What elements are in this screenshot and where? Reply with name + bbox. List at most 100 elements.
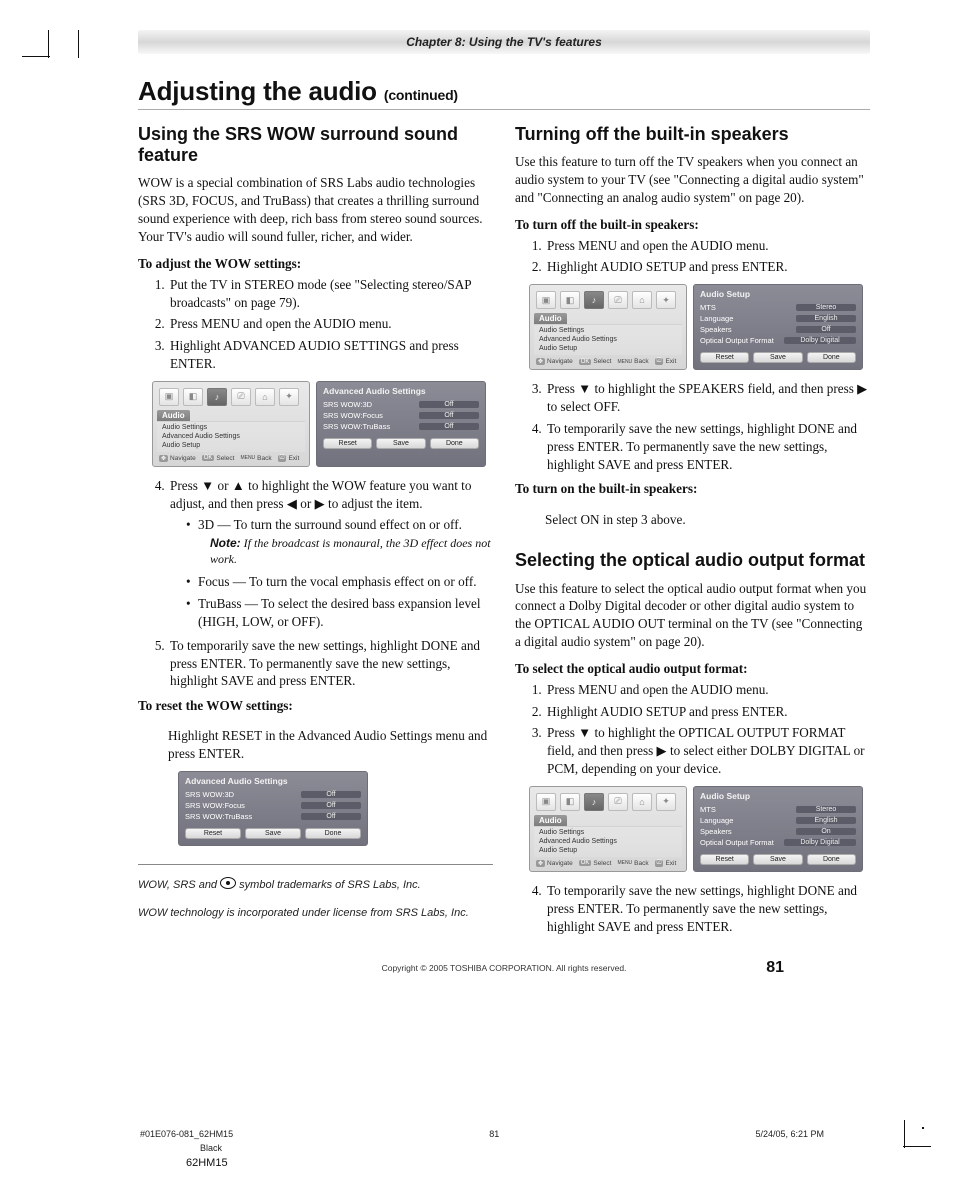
step: Highlight AUDIO SETUP and press ENTER.	[545, 258, 870, 276]
menu-tab-icon: ◧	[560, 793, 580, 811]
osd-row-val: English	[796, 315, 856, 322]
osd-done-button: Done	[807, 352, 856, 363]
osd-row-val: Off	[419, 412, 479, 419]
osd-save-button: Save	[753, 352, 802, 363]
right-arrow-icon: ▶	[657, 743, 667, 758]
osd-nav-label: Exit	[665, 860, 676, 867]
osd-done-button: Done	[305, 828, 361, 839]
note: Note: If the broadcast is monaural, the …	[210, 536, 493, 567]
osd-nav-label: MENU	[240, 455, 255, 461]
menu-tab-icon: ◧	[560, 291, 580, 309]
osd-nav-label: Back	[634, 358, 648, 365]
menu-tab-icon: ⌂	[632, 291, 652, 309]
osd-row-val: Off	[301, 813, 361, 820]
osd-menu-item: Audio Setup	[534, 344, 682, 353]
osd-nav-label: MENU	[617, 860, 632, 866]
footer-filename: #01E076-081_62HM15	[140, 1129, 233, 1139]
menu-tab-icon: ✦	[279, 388, 299, 406]
osd-row-val: Stereo	[796, 304, 856, 311]
osd-save-button: Save	[245, 828, 301, 839]
osd-row-key: SRS WOW:TruBass	[323, 422, 390, 431]
osd-screenshot: ▣ ◧ ♪ ⎚ ⌂ ✦ Audio Audio Settings Advance…	[529, 786, 870, 872]
osd-tab-label: Audio	[534, 313, 567, 324]
intro-paragraph: WOW is a special combination of SRS Labs…	[138, 174, 493, 245]
osd-menu-item: Advanced Audio Settings	[157, 432, 305, 441]
osd-row-val: Dolby Digital	[784, 839, 856, 846]
osd-reset-button: Reset	[700, 854, 749, 865]
osd-nav-label: Back	[634, 860, 648, 867]
print-footer: #01E076-081_62HM15 81 5/24/05, 6:21 PM	[140, 1129, 824, 1139]
osd-menu-item: Advanced Audio Settings	[534, 335, 682, 344]
footer-model: 62HM15	[186, 1157, 228, 1169]
menu-tab-audio-icon: ♪	[584, 793, 604, 811]
osd-row-key: SRS WOW:3D	[323, 400, 372, 409]
down-arrow-icon: ▼	[578, 725, 591, 740]
procedure-heading: To select the optical audio output forma…	[515, 661, 870, 677]
step: Highlight ADVANCED AUDIO SETTINGS and pr…	[168, 337, 493, 373]
copyright: Copyright © 2005 TOSHIBA CORPORATION. Al…	[138, 963, 870, 973]
step: To temporarily save the new settings, hi…	[545, 882, 870, 935]
menu-tab-icon: ⎚	[231, 388, 251, 406]
osd-row-val: Off	[419, 401, 479, 408]
osd-nav-label: Navigate	[170, 455, 196, 462]
osd-row-val: Off	[301, 802, 361, 809]
osd-audio-setup-panel: Audio Setup MTSStereo LanguageEnglish Sp…	[693, 786, 863, 872]
osd-done-button: Done	[807, 854, 856, 865]
procedure-heading: To turn on the built-in speakers:	[515, 481, 870, 497]
osd-row-val: Dolby Digital	[784, 337, 856, 344]
osd-row-key: Speakers	[700, 325, 732, 334]
osd-row-key: Language	[700, 314, 733, 323]
osd-nav-label: Select	[593, 358, 611, 365]
osd-menu-item: Advanced Audio Settings	[534, 837, 682, 846]
section-heading-speakers: Turning off the built-in speakers	[515, 124, 870, 145]
page-number: 81	[766, 959, 784, 977]
trademark-note: WOW technology is incorporated under lic…	[138, 905, 493, 922]
chapter-header: Chapter 8: Using the TV's features	[138, 30, 870, 54]
step: To temporarily save the new settings, hi…	[168, 637, 493, 690]
right-column: Turning off the built-in speakers Use th…	[515, 124, 870, 943]
title-continued: (continued)	[384, 87, 458, 103]
step: Highlight AUDIO SETUP and press ENTER.	[545, 703, 870, 721]
step: Press MENU and open the AUDIO menu.	[168, 315, 493, 333]
steps-list: Press ▼ or ▲ to highlight the WOW featur…	[138, 477, 493, 691]
osd-tab-label: Audio	[157, 410, 190, 421]
osd-main-menu: ▣ ◧ ♪ ⎚ ⌂ ✦ Audio Audio Settings Advance…	[529, 786, 687, 872]
step: Press ▼ or ▲ to highlight the WOW featur…	[168, 477, 493, 631]
osd-menu-item: Audio Setup	[534, 846, 682, 855]
procedure-heading: To reset the WOW settings:	[138, 698, 493, 714]
steps-list: To temporarily save the new settings, hi…	[515, 882, 870, 935]
osd-row-key: MTS	[700, 303, 716, 312]
osd-row-key: Speakers	[700, 827, 732, 836]
step: To temporarily save the new settings, hi…	[545, 420, 870, 473]
osd-row-key: SRS WOW:TruBass	[185, 812, 252, 821]
steps-list: Put the TV in STEREO mode (see "Selectin…	[138, 276, 493, 373]
right-arrow-icon: ▶	[857, 381, 867, 396]
osd-reset-button: Reset	[185, 828, 241, 839]
osd-row-val: Stereo	[796, 806, 856, 813]
footer-date: 5/24/05, 6:21 PM	[755, 1129, 824, 1139]
procedure-heading: To turn off the built-in speakers:	[515, 217, 870, 233]
on-instruction: Select ON in step 3 above.	[545, 511, 870, 529]
right-arrow-icon: ▶	[315, 496, 325, 511]
osd-menu-item: Audio Settings	[157, 423, 305, 432]
down-arrow-icon: ▼	[201, 478, 214, 493]
osd-advanced-audio-panel: Advanced Audio Settings SRS WOW:3DOff SR…	[178, 771, 368, 846]
osd-nav-label: Navigate	[547, 358, 573, 365]
osd-menu-item: Audio Settings	[534, 326, 682, 335]
left-column: Using the SRS WOW surround sound feature…	[138, 124, 493, 943]
step: Press MENU and open the AUDIO menu.	[545, 681, 870, 699]
up-arrow-icon: ▲	[232, 478, 245, 493]
menu-tab-icon: ▣	[159, 388, 179, 406]
osd-menu-item: Audio Setup	[157, 441, 305, 450]
osd-row-key: SRS WOW:3D	[185, 790, 234, 799]
footer-page: 81	[489, 1129, 499, 1139]
osd-save-button: Save	[753, 854, 802, 865]
trademark-note: WOW, SRS and symbol trademarks of SRS La…	[138, 876, 493, 894]
menu-tab-icon: ◧	[183, 388, 203, 406]
intro-paragraph: Use this feature to turn off the TV spea…	[515, 153, 870, 206]
title-main: Adjusting the audio	[138, 76, 384, 106]
osd-main-menu: ▣ ◧ ♪ ⎚ ⌂ ✦ Audio Audio Settings Advance…	[152, 381, 310, 467]
step: Press ▼ to highlight the SPEAKERS field,…	[545, 380, 870, 416]
step: Press ▼ to highlight the OPTICAL OUTPUT …	[545, 724, 870, 777]
osd-nav-label: MENU	[617, 359, 632, 365]
